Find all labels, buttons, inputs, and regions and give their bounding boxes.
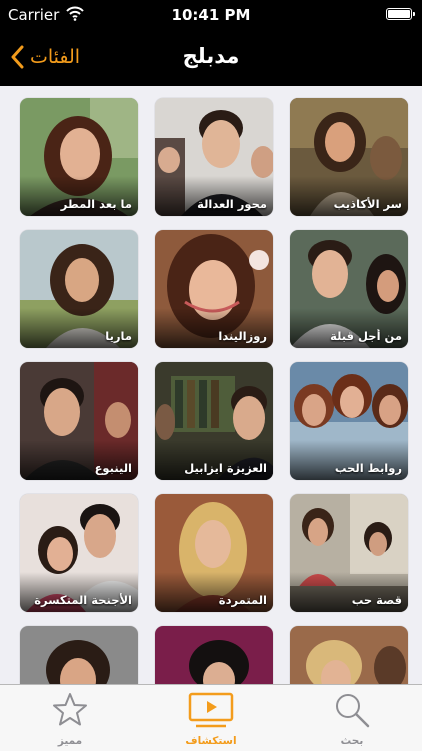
page-title: مدبلج [182, 44, 240, 68]
series-tile[interactable]: الأجنحة المتكسرة [20, 494, 138, 612]
clock: 10:41 PM [171, 6, 251, 24]
tile-title: ما بعد المطر [60, 197, 132, 211]
series-tile[interactable]: قصة حب [290, 494, 408, 612]
tile-title: روابط الحب [334, 461, 402, 475]
tab-search[interactable]: بحث [282, 685, 422, 751]
tab-featured[interactable]: مميز [0, 685, 140, 751]
tab-search-label: بحث [340, 735, 364, 747]
series-tile[interactable] [290, 626, 408, 684]
tab-featured-label: مميز [57, 735, 83, 747]
series-grid: ما بعد المطر محور العدالة سر الأكاذيب ما… [0, 86, 422, 684]
tile-title: ماريا [105, 329, 132, 343]
battery-icon [386, 8, 415, 20]
tile-title: من أجل قبلة [330, 329, 402, 343]
status-bar: Carrier 10:41 PM [0, 0, 422, 30]
series-tile[interactable]: من أجل قبلة [290, 230, 408, 348]
navigation-bar: الفئات مدبلج [0, 30, 422, 86]
tab-bar: مميز استكشاف بحث [0, 684, 422, 751]
series-tile[interactable]: الينبوع [20, 362, 138, 480]
series-tile[interactable]: العزيزة ايزابيل [155, 362, 273, 480]
series-tile[interactable]: روابط الحب [290, 362, 408, 480]
star-icon [53, 693, 87, 726]
tile-title: سر الأكاذيب [333, 197, 402, 211]
tile-title: روزاليندا [218, 329, 267, 343]
tab-explore-label: استكشاف [185, 735, 237, 747]
tab-explore[interactable]: استكشاف [141, 685, 281, 751]
series-tile[interactable]: المتمردة [155, 494, 273, 612]
poster-image [155, 626, 273, 684]
series-tile[interactable] [155, 626, 273, 684]
series-tile[interactable]: سر الأكاذيب [290, 98, 408, 216]
tile-title: الأجنحة المتكسرة [34, 593, 132, 607]
series-tile[interactable]: ما بعد المطر [20, 98, 138, 216]
video-screen-icon [188, 692, 234, 728]
series-tile[interactable]: روزاليندا [155, 230, 273, 348]
tile-title: الينبوع [94, 461, 132, 475]
series-tile[interactable] [20, 626, 138, 684]
poster-image [290, 626, 408, 684]
search-icon [336, 694, 370, 728]
tile-title: قصة حب [351, 593, 402, 607]
tile-title: محور العدالة [197, 197, 267, 211]
series-tile[interactable]: ماريا [20, 230, 138, 348]
tile-title: المتمردة [218, 593, 267, 607]
poster-image [20, 626, 138, 684]
tile-title: العزيزة ايزابيل [184, 461, 267, 475]
series-tile[interactable]: محور العدالة [155, 98, 273, 216]
